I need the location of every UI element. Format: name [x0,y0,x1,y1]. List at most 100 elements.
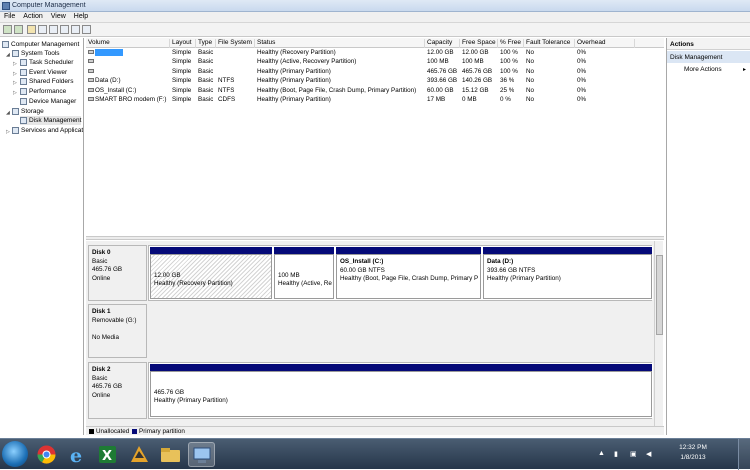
volume-row[interactable]: SMART BRO modem (F:) Simple Basic CDFS H… [86,95,664,104]
volume-status: Healthy (Recovery Partition) [257,49,336,56]
column-percent-free[interactable]: % Free [498,39,524,48]
scrollbar-thumb[interactable] [656,255,663,335]
graphical-view-scrollbar[interactable] [654,241,663,426]
volume-body: Data (D:) 393.66 GB NTFS Healthy (Primar… [483,254,652,299]
disk-name: Disk 2 [92,366,111,373]
tree-item-shared-folders[interactable]: Shared Folders [20,77,73,86]
storage-icon [12,107,19,115]
column-overhead[interactable]: Overhead [575,39,635,48]
tree-item-device-manager[interactable]: Device Manager [20,97,76,106]
volume-percent-free: 25 % [500,87,515,94]
expand-arrow-icon[interactable]: ▷ [13,80,17,86]
tree-item-computer-management[interactable]: Computer Management [2,40,79,49]
column-volume[interactable]: Volume [86,39,170,48]
volume-type: Basic [198,49,214,56]
volume-recovery-partition[interactable]: 12.00 GB Healthy (Recovery Partition) [149,246,273,300]
network-icon[interactable]: ▣ [630,450,637,458]
volume-capacity: 393.66 GB [427,77,458,84]
expand-arrow-icon[interactable]: ▷ [13,71,17,77]
column-file-system[interactable]: File System [216,39,255,48]
disk-status: Online [92,274,111,282]
windows-explorer-icon[interactable] [157,442,184,467]
more-actions-link[interactable]: More Actions [684,66,722,73]
volume-data[interactable]: Data (D:) 393.66 GB NTFS Healthy (Primar… [482,246,653,300]
tree-item-task-scheduler[interactable]: Task Scheduler [20,58,73,67]
volume-status: Healthy (Primary Partition) [257,96,331,103]
volume-row[interactable]: Simple Basic Healthy (Active, Recovery P… [86,57,664,66]
volume-fault-tolerance: No [526,77,535,84]
tree-item-disk-management[interactable]: Disk Management [20,116,82,125]
menu-help[interactable]: Help [70,12,92,20]
tree-item-services-and-applications[interactable]: Services and Applicat [12,126,83,135]
volume-row[interactable]: OS_Install (C:) Simple Basic NTFS Health… [86,86,664,95]
clock[interactable]: 12:32 PM 1/8/2013 [668,443,718,463]
volume-percent-free: 100 % [500,49,518,56]
column-capacity[interactable]: Capacity [425,39,460,48]
disk-2-label[interactable]: Disk 2 Basic 465.76 GB Online [88,362,147,419]
expand-arrow-icon[interactable]: ▷ [13,61,17,67]
collapse-arrow-icon[interactable]: ◢ [6,110,10,116]
volume-fault-tolerance: No [526,58,535,65]
disk-1-label[interactable]: Disk 1 Removable (G:) No Media [88,304,147,358]
volume-capacity: 12.00 GB [427,49,454,56]
chrome-icon[interactable] [33,442,60,467]
start-button[interactable] [2,441,28,467]
expand-arrow-icon[interactable]: ▷ [13,90,17,96]
expand-arrow-icon[interactable]: ▷ [6,129,10,135]
volume-status: Healthy (Active, Recovery Partition) [257,58,357,65]
forward-icon[interactable] [14,25,23,34]
volume-overhead: 0% [577,87,587,94]
column-status[interactable]: Status [255,39,425,48]
column-fault-tolerance[interactable]: Fault Tolerance [524,39,575,48]
menu-action[interactable]: Action [19,12,46,20]
volume-name [88,67,95,76]
column-layout[interactable]: Layout [170,39,196,48]
volume-row[interactable]: Simple Basic Healthy (Recovery Partition… [86,48,664,57]
volume-icon[interactable]: ◀ [646,450,651,458]
up-icon[interactable] [27,25,36,34]
winamp-icon[interactable] [126,442,153,467]
pane-splitter[interactable] [86,236,664,240]
tree-item-system-tools[interactable]: System Tools [12,49,60,58]
submenu-arrow-icon[interactable]: ▸ [743,66,746,73]
properties-icon[interactable] [38,25,47,34]
legend-primary-partition: Primary partition [132,428,185,435]
volume-overhead: 0% [577,77,587,84]
toolbar [0,23,750,37]
menu-file[interactable]: File [0,12,19,20]
disk-2-row: Disk 2 Basic 465.76 GB Online 465.76 GB … [88,362,653,419]
primary-partition-bar [150,364,652,371]
tree-item-performance[interactable]: Performance [20,87,66,96]
refresh-icon[interactable] [82,25,91,34]
volume-os-install[interactable]: OS_Install (C:) 60.00 GB NTFS Healthy (B… [335,246,482,300]
volume-layout: Simple [172,96,192,103]
excel-icon[interactable]: X [94,442,121,467]
tree-item-storage[interactable]: Storage [12,107,44,116]
export-icon[interactable] [71,25,80,34]
menu-view[interactable]: View [47,12,70,20]
show-desktop-button[interactable] [738,439,750,470]
disk-type: Removable (G:) [92,316,137,324]
system-tray: ▲ ▮ ▣ ◀ [598,450,664,460]
volume-system-reserved[interactable]: 100 MB Healthy (Active, Re [273,246,335,300]
volume-row[interactable]: Data (D:) Simple Basic NTFS Healthy (Pri… [86,76,664,85]
title-bar: Computer Management [0,0,750,12]
back-icon[interactable] [3,25,12,34]
disk-0-label[interactable]: Disk 0 Basic 465.76 GB Online [88,245,147,301]
arrow-up-icon[interactable]: ▲ [598,450,605,457]
volume-size: 465.76 GB [154,388,185,396]
collapse-arrow-icon[interactable]: ◢ [6,52,10,58]
volume-icon [88,69,94,74]
volume-row[interactable]: Simple Basic Healthy (Primary Partition)… [86,67,664,76]
show-hide-icon[interactable] [60,25,69,34]
internet-explorer-icon[interactable]: e [63,442,90,467]
actions-section-disk-management[interactable]: Disk Management [667,51,750,63]
disk-0-row: Disk 0 Basic 465.76 GB Online 12.00 GB H… [88,245,653,301]
volume-disk-2-primary[interactable]: 465.76 GB Healthy (Primary Partition) [149,363,653,418]
computer-management-icon[interactable] [188,442,215,467]
column-free-space[interactable]: Free Space [460,39,498,48]
signal-icon[interactable]: ▮ [614,450,618,458]
tree-item-event-viewer[interactable]: Event Viewer [20,68,67,77]
help-icon[interactable] [49,25,58,34]
column-type[interactable]: Type [196,39,216,48]
